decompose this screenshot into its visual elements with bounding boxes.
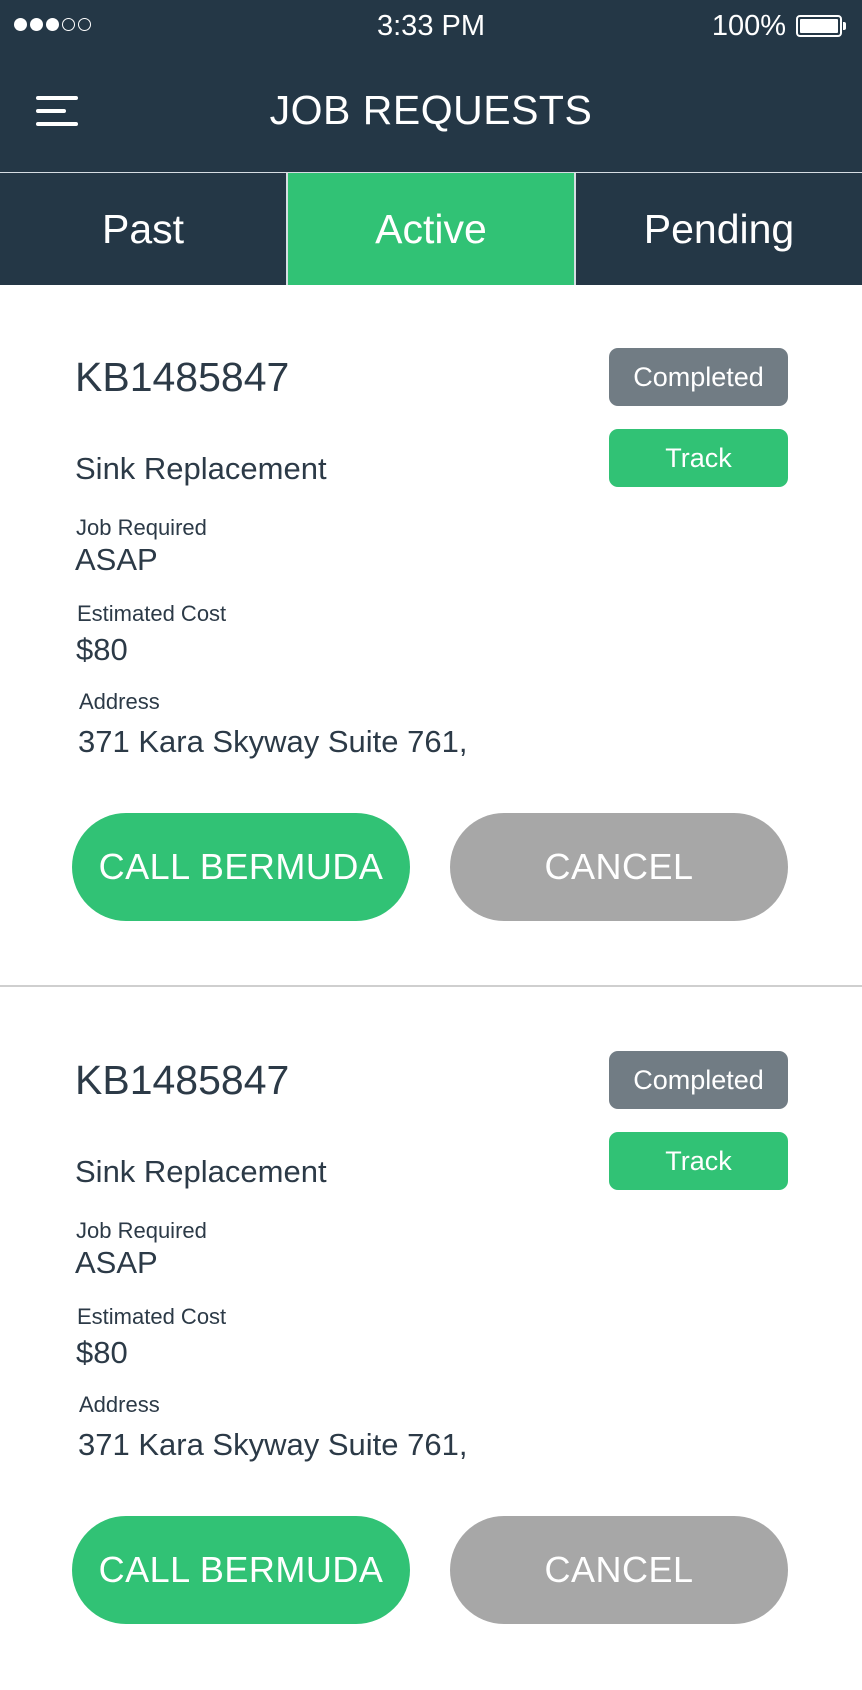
estimated-cost-label: Estimated Cost bbox=[77, 1304, 227, 1329]
estimated-cost-value: $80 bbox=[76, 632, 128, 667]
status-bar: 3:33 PM 100% bbox=[0, 0, 862, 52]
address-label: Address bbox=[79, 689, 160, 714]
job-required-value: ASAP bbox=[75, 1245, 158, 1280]
job-status-tabs: Past Active Pending bbox=[0, 172, 862, 285]
service-name: Sink Replacement bbox=[75, 1154, 327, 1189]
call-button[interactable]: CALL BERMUDA bbox=[72, 1516, 410, 1624]
job-card: KB1485847 Completed Track Sink Replaceme… bbox=[0, 988, 862, 1690]
battery-full-icon bbox=[796, 15, 846, 37]
job-id: KB1485847 bbox=[75, 354, 290, 400]
track-button[interactable]: Track bbox=[609, 429, 788, 487]
tab-pending[interactable]: Pending bbox=[574, 173, 862, 285]
call-button[interactable]: CALL BERMUDA bbox=[72, 813, 410, 921]
cancel-button[interactable]: CANCEL bbox=[450, 1516, 788, 1624]
estimated-cost-value: $80 bbox=[76, 1335, 128, 1370]
page-title: JOB REQUESTS bbox=[269, 87, 593, 133]
job-card: KB1485847 Completed Track Sink Replaceme… bbox=[0, 285, 862, 987]
job-required-label: Job Required bbox=[76, 1218, 207, 1243]
status-badge: Completed bbox=[609, 1051, 788, 1109]
cancel-button[interactable]: CANCEL bbox=[450, 813, 788, 921]
battery-percent: 100% bbox=[711, 10, 786, 42]
card-divider bbox=[0, 985, 862, 987]
app-header: 3:33 PM 100% JOB REQUESTS bbox=[0, 0, 862, 172]
tab-active[interactable]: Active bbox=[286, 173, 574, 285]
address-value: 371 Kara Skyway Suite 761, bbox=[78, 1427, 468, 1462]
job-required-label: Job Required bbox=[76, 515, 207, 540]
address-label: Address bbox=[79, 1392, 160, 1417]
track-button[interactable]: Track bbox=[609, 1132, 788, 1190]
estimated-cost-label: Estimated Cost bbox=[77, 601, 227, 626]
job-required-value: ASAP bbox=[75, 542, 158, 577]
address-value: 371 Kara Skyway Suite 761, bbox=[78, 724, 468, 759]
status-badge: Completed bbox=[609, 348, 788, 406]
job-id: KB1485847 bbox=[75, 1057, 290, 1103]
service-name: Sink Replacement bbox=[75, 451, 327, 486]
tab-past[interactable]: Past bbox=[0, 173, 286, 285]
